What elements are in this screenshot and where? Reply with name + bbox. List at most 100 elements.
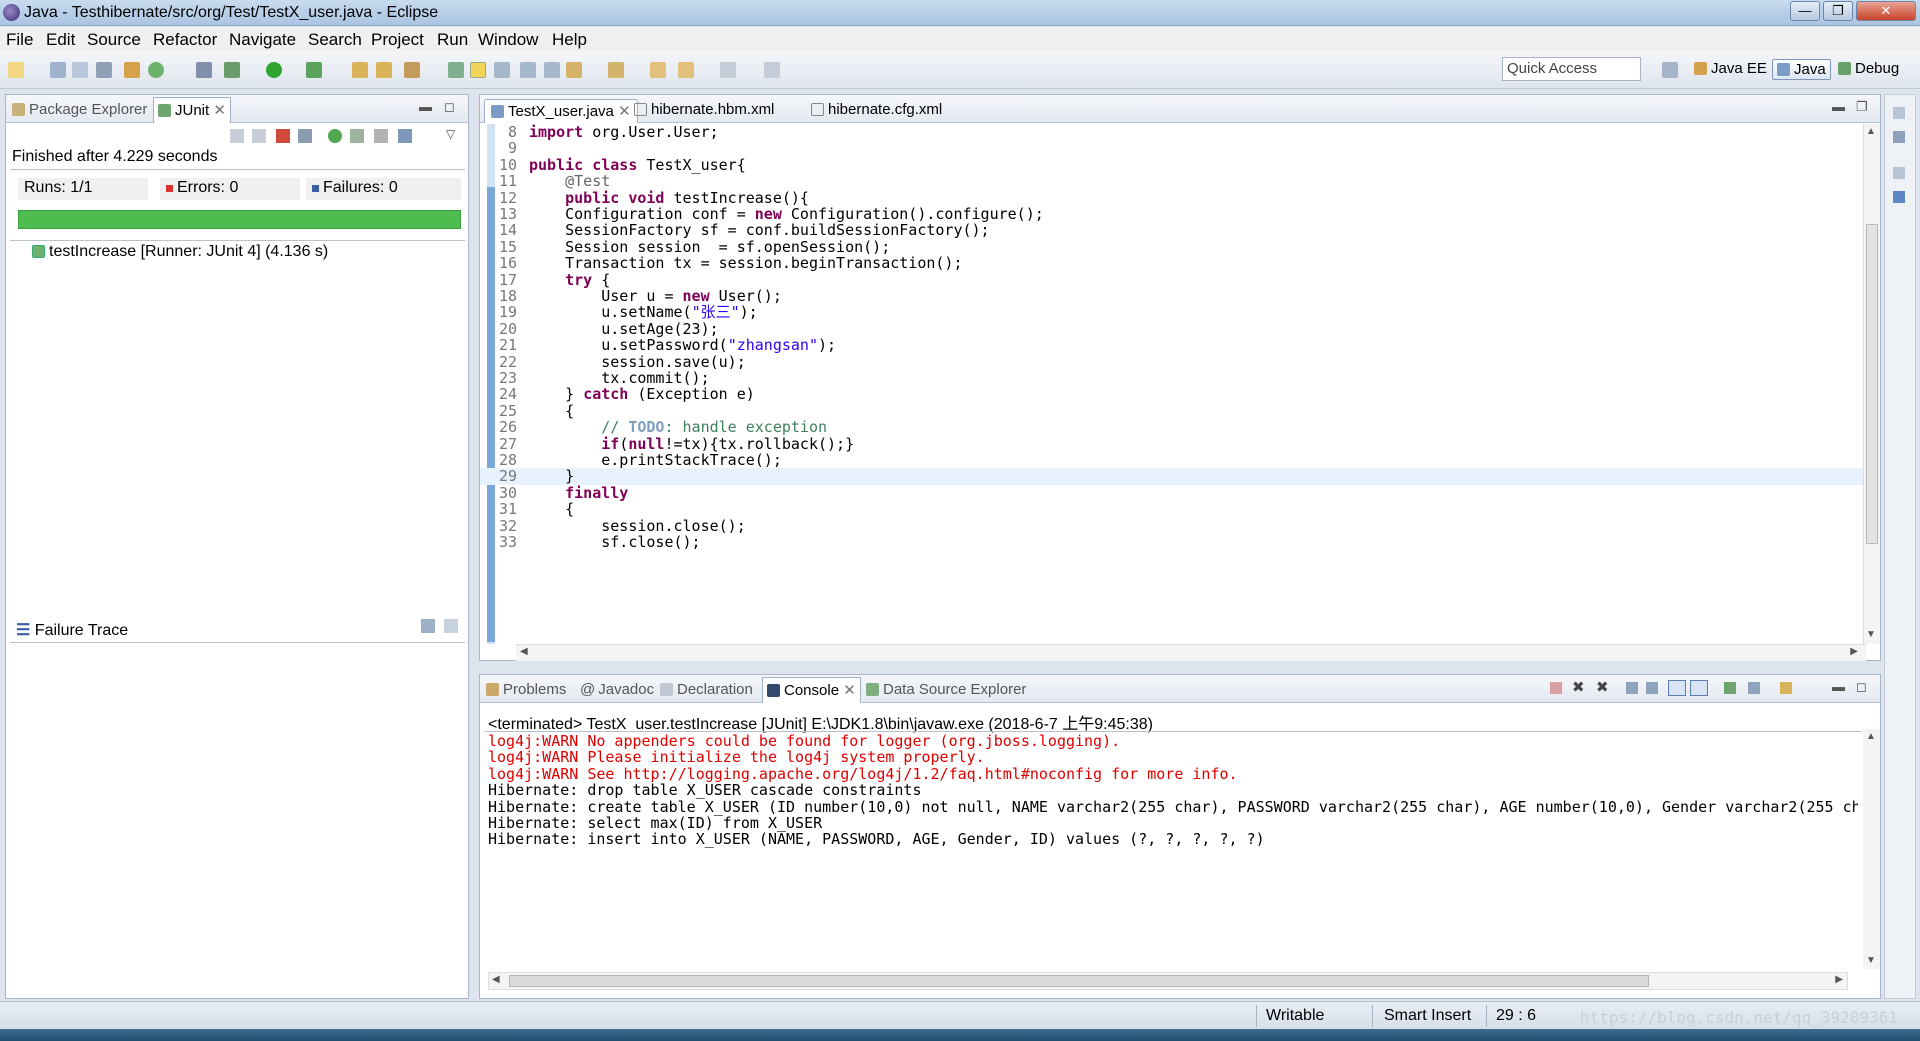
menu-refactor[interactable]: Refactor [153,30,217,50]
menu-navigate[interactable]: Navigate [229,30,296,50]
minimize-view-icon[interactable]: ▬ [419,99,432,114]
code-text[interactable]: finally [529,485,628,501]
scroll-lock-icon[interactable] [1646,682,1658,694]
stop-icon[interactable] [374,129,388,143]
code-line[interactable]: 31 { [480,501,1865,518]
run-icon[interactable] [266,62,282,78]
pilcrow-icon[interactable] [544,62,560,78]
code-line[interactable]: 13 Configuration conf = new Configuratio… [480,206,1865,223]
menu-edit[interactable]: Edit [46,30,75,50]
save-icon[interactable] [50,62,66,78]
console-vertical-scrollbar[interactable]: ▲ ▼ [1863,729,1880,969]
code-line[interactable]: 8 import org.User.User; [480,124,1865,140]
code-text[interactable]: u.setName("张三"); [529,304,757,321]
open-console-icon[interactable] [1780,682,1792,694]
code-line[interactable]: 12 public void testIncrease(){ [480,189,1865,206]
scroll-left-icon[interactable]: ◀ [520,646,528,657]
print-icon[interactable] [96,62,112,78]
code-text[interactable]: @Test [529,173,610,189]
scroll-lock-icon[interactable] [298,129,312,143]
debug-icon[interactable] [224,62,240,78]
menu-project[interactable]: Project [371,30,424,50]
close-tab-icon[interactable]: ✕ [843,682,856,699]
open-perspective-icon[interactable] [1662,62,1678,78]
restore-icon[interactable] [1893,167,1905,179]
menu-file[interactable]: File [6,30,33,50]
code-text[interactable]: tx.commit(); [529,370,709,387]
terminate-icon[interactable] [1550,682,1562,694]
code-line[interactable]: 24 } catch (Exception e) [480,386,1865,403]
code-text[interactable]: sf.close(); [529,534,700,551]
maximize-view-icon[interactable]: ◻ [444,99,455,115]
code-line[interactable]: 30 finally [480,484,1865,501]
code-text[interactable]: u.setAge(23); [529,320,718,337]
code-line[interactable]: 19 u.setName("张三"); [480,304,1865,321]
open-type-icon[interactable] [404,62,420,78]
refresh-icon[interactable] [148,62,164,78]
minimize-view-icon[interactable]: ▬ [1832,679,1845,694]
code-line[interactable]: 9 [480,140,1865,157]
tab-javadoc[interactable]: @ Javadoc [580,681,654,698]
code-text[interactable]: } catch (Exception e) [529,386,755,403]
code-line[interactable]: 32 session.close(); [480,517,1865,534]
compare-result-icon[interactable] [444,619,458,633]
perspective-debug[interactable]: Debug [1834,59,1903,78]
tab-hibernate-hbm-xml[interactable]: hibernate.hbm.xml [628,99,780,123]
code-line[interactable]: 28 e.printStackTrace(); [480,452,1865,469]
code-text[interactable]: Transaction tx = session.beginTransactio… [529,255,962,272]
skip-breakpoints-icon[interactable] [196,62,212,78]
tab-declaration[interactable]: Declaration [660,681,753,698]
code-text[interactable]: SessionFactory sf = conf.buildSessionFac… [529,222,989,239]
console-scroll-thumb[interactable] [509,975,1649,987]
code-text[interactable]: try { [529,271,610,288]
scroll-up-icon[interactable]: ▲ [1866,126,1876,137]
code-line[interactable]: 15 Session session = sf.openSession(); [480,238,1865,255]
code-text[interactable]: session.save(u); [529,353,746,370]
menu-window[interactable]: Window [478,30,538,50]
new-java-class-icon[interactable] [376,62,392,78]
tab-testx-user-java[interactable]: TestX_user.java ✕ [484,99,638,123]
tab-console[interactable]: Console ✕ [762,677,861,703]
console-output[interactable]: log4j:WARN No appenders could be found f… [488,733,1858,968]
task-list-icon[interactable] [1893,191,1905,203]
code-line[interactable]: 22 session.save(u); [480,353,1865,370]
code-text[interactable]: User u = new User(); [529,288,782,305]
run-external-icon[interactable] [306,62,322,78]
code-text[interactable]: } [529,468,574,485]
tab-problems[interactable]: Problems [486,681,566,698]
tab-junit[interactable]: JUnit ✕ [153,97,231,123]
close-tab-icon[interactable]: ✕ [213,102,226,119]
code-text[interactable]: { [529,402,574,419]
scroll-left-icon[interactable]: ◀ [492,974,500,985]
search-icon[interactable] [448,62,464,78]
rerun-test-icon[interactable] [328,129,342,143]
scroll-down-icon[interactable]: ▼ [1866,955,1876,966]
code-text[interactable]: { [529,501,574,518]
code-line[interactable]: 14 SessionFactory sf = conf.buildSession… [480,222,1865,239]
filter-stack-icon[interactable] [421,619,435,633]
last-edit-icon[interactable] [650,62,666,78]
console-horizontal-scrollbar[interactable]: ◀ ▶ [488,972,1848,990]
show-console-stdout-icon[interactable] [1668,680,1686,696]
code-line[interactable]: 16 Transaction tx = session.beginTransac… [480,255,1865,272]
previous-failure-icon[interactable] [252,129,266,143]
code-line[interactable]: 23 tx.commit(); [480,370,1865,387]
minimize-editor-icon[interactable]: ▬ [1832,99,1845,114]
test-result-item[interactable]: testIncrease [Runner: JUnit 4] (4.136 s) [32,243,328,261]
code-line[interactable]: 20 u.setAge(23); [480,320,1865,337]
scroll-up-icon[interactable]: ▲ [1866,731,1876,742]
maximize-button[interactable]: ❐ [1823,1,1853,21]
show-whitespace-icon[interactable] [520,62,536,78]
code-text[interactable]: Session session = sf.openSession(); [529,238,890,255]
pin-editor-icon[interactable] [764,62,780,78]
quick-access-input[interactable]: Quick Access [1502,57,1641,81]
tab-data-source-explorer[interactable]: Data Source Explorer [866,681,1026,698]
restore-icon[interactable] [1893,107,1905,119]
code-text[interactable]: e.printStackTrace(); [529,452,782,469]
scroll-right-icon[interactable]: ▶ [1850,646,1858,657]
toggle-block-icon[interactable] [494,62,510,78]
menu-search[interactable]: Search [308,30,362,50]
code-text[interactable]: u.setPassword("zhangsan"); [529,337,836,354]
outline-icon[interactable] [1893,131,1905,143]
code-text[interactable]: if(null!=tx){tx.rollback();} [529,435,854,452]
